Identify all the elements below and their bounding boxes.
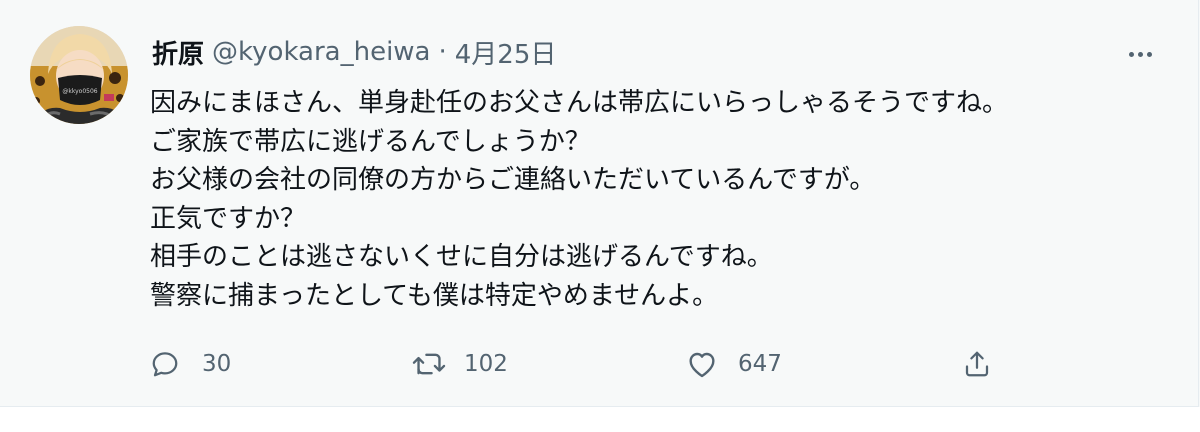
tweet-card[interactable]: @kkyo0506 折原 @kyokara_heiwa · 4月25日 因みにま… xyxy=(0,0,1199,407)
page-background xyxy=(0,407,1200,432)
tweet-text-line: 正気ですか？ xyxy=(150,203,307,234)
separator-dot: · xyxy=(438,37,447,67)
tweet-actions: 30 102 647 xyxy=(150,340,1050,388)
like-button[interactable]: 647 xyxy=(686,340,782,388)
retweet-button[interactable]: 102 xyxy=(412,340,508,388)
tweet-text-line: お父様の会社の同僚の方からご連絡いただいているんですが。 xyxy=(150,165,876,195)
tweet-text-line: 警察に捕まったとしても僕は特定やめませんよ。 xyxy=(150,280,719,311)
avatar-text: @kkyo0506 xyxy=(62,88,97,95)
tweet-header: 折原 @kyokara_heiwa · 4月25日 xyxy=(152,32,556,72)
user-handle[interactable]: @kyokara_heiwa xyxy=(212,37,430,67)
more-dot xyxy=(1146,51,1152,57)
heart-icon xyxy=(689,352,715,378)
share-icon xyxy=(965,351,989,377)
tweet-text-line: 相手のことは逃さないくせに自分は逃げるんですね。 xyxy=(150,242,773,272)
display-name[interactable]: 折原 xyxy=(152,34,204,71)
retweet-icon xyxy=(412,353,446,375)
reply-count: 30 xyxy=(202,351,232,377)
share-button[interactable] xyxy=(962,340,992,388)
like-count: 647 xyxy=(738,351,782,377)
avatar[interactable]: @kkyo0506 xyxy=(30,26,128,124)
reply-button[interactable]: 30 xyxy=(150,340,231,388)
tweet-text: 因みにまほさん、単身赴任のお父さんは帯広にいらっしゃるそうですね。 ご家族で帯広… xyxy=(150,84,1170,315)
more-dot xyxy=(1128,51,1134,57)
tweet-text-line: 因みにまほさん、単身赴任のお父さんは帯広にいらっしゃるそうですね。 xyxy=(150,88,1009,118)
retweet-count: 102 xyxy=(464,351,508,377)
avatar-image: @kkyo0506 xyxy=(30,26,128,124)
more-dot xyxy=(1137,51,1143,57)
tweet-date[interactable]: 4月25日 xyxy=(455,34,557,71)
reply-icon xyxy=(152,352,178,377)
tweet-text-line: ご家族で帯広に逃げるんでしょうか？ xyxy=(150,126,591,157)
more-options-button[interactable] xyxy=(1120,36,1160,72)
